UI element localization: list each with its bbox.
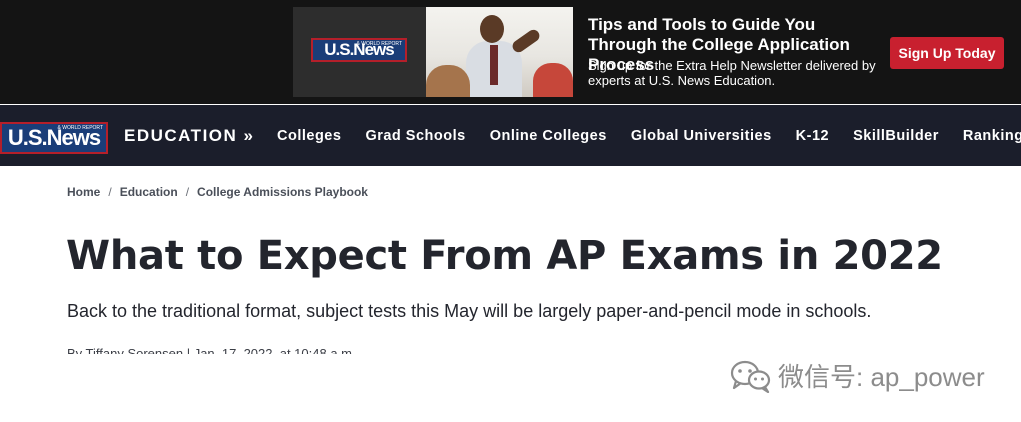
nav-item-k-12[interactable]: K-12 [784, 128, 841, 144]
logo-small-text: & WORLD REPORT [356, 41, 402, 47]
education-section-link[interactable]: EDUCATION » [124, 125, 254, 147]
nav-menu: Colleges Grad Schools Online Colleges Gl… [265, 105, 1021, 166]
watermark-text: 微信号: ap_power [778, 362, 985, 392]
watermark: 微信号: ap_power [730, 357, 985, 394]
usnews-logo[interactable]: U.S.News & WORLD REPORT [0, 122, 108, 154]
breadcrumb-college-admissions-playbook[interactable]: College Admissions Playbook [197, 185, 368, 199]
wechat-icon [730, 360, 771, 393]
student-figure [426, 65, 470, 97]
breadcrumb: Home / Education / College Admissions Pl… [67, 185, 368, 199]
sign-up-button[interactable]: Sign Up Today [890, 37, 1004, 69]
teacher-tie [490, 45, 498, 85]
article-subtitle: Back to the traditional format, subject … [67, 301, 872, 321]
breadcrumb-education[interactable]: Education [120, 185, 178, 199]
promo-description: Sign up for the Extra Help Newsletter de… [588, 58, 876, 88]
promo-usnews-logo: U.S.News & WORLD REPORT [311, 38, 407, 62]
logo-small-text: & WORLD REPORT [57, 125, 103, 131]
breadcrumb-separator: / [108, 185, 112, 199]
breadcrumb-separator: / [185, 185, 190, 199]
nav-item-online-colleges[interactable]: Online Colleges [478, 128, 619, 144]
page-title: What to Expect From AP Exams in 2022 [66, 233, 943, 279]
article-byline: By Tiffany Sorensen | Jan. 17, 2022, at … [67, 346, 356, 354]
promo-banner: U.S.News & WORLD REPORT Tips and Tools t… [0, 0, 1021, 104]
nav-item-global-universities[interactable]: Global Universities [619, 128, 784, 144]
main-nav: U.S.News & WORLD REPORT EDUCATION » Coll… [0, 105, 1021, 166]
nav-item-grad-schools[interactable]: Grad Schools [353, 128, 477, 144]
nav-item-skillbuilder[interactable]: SkillBuilder [841, 128, 951, 144]
nav-item-rankings[interactable]: Rankings [951, 128, 1021, 144]
nav-item-colleges[interactable]: Colleges [265, 128, 353, 144]
student-figure [533, 63, 573, 97]
teacher-head [480, 15, 504, 43]
breadcrumb-home[interactable]: Home [67, 185, 100, 199]
